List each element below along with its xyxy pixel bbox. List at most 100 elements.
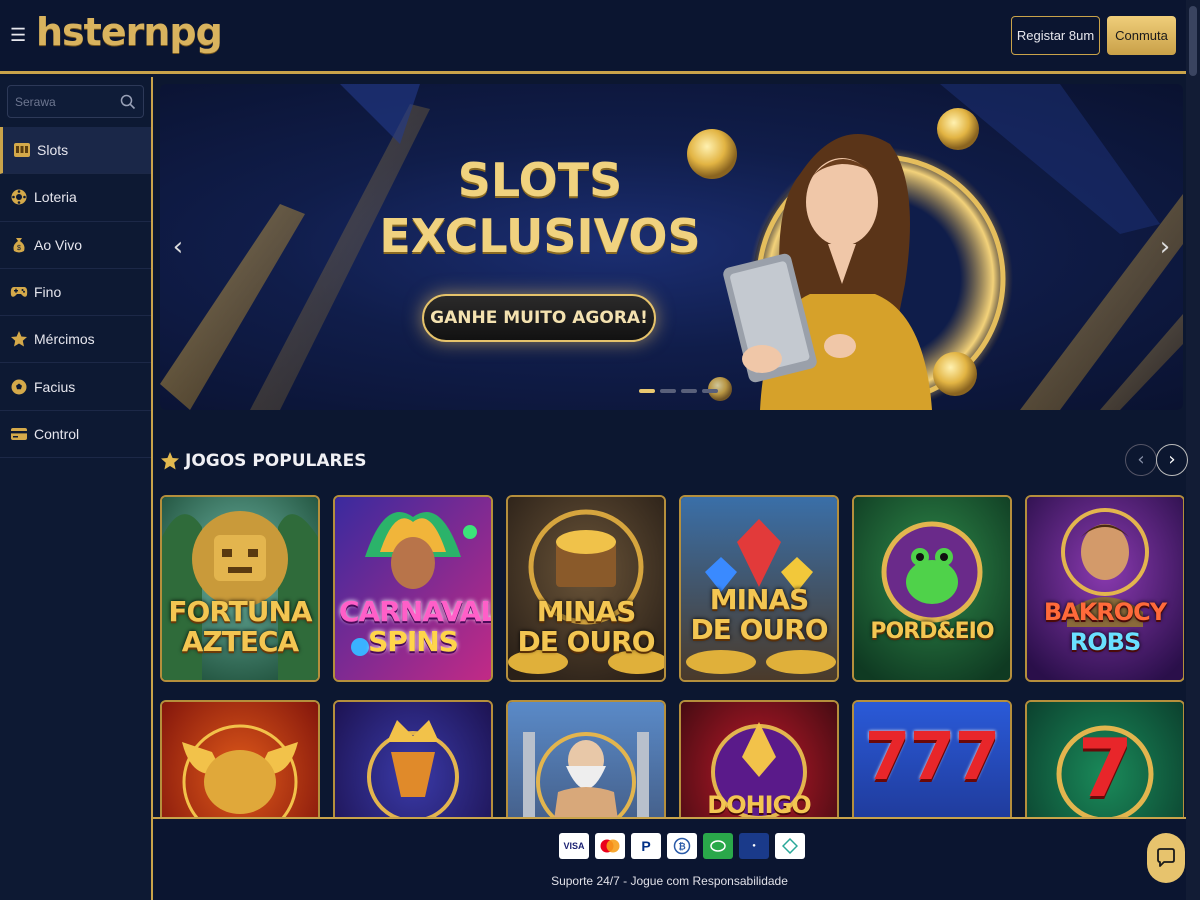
search-icon[interactable] [119, 93, 137, 111]
game-tile-minas-de-ouro[interactable]: MINAS DE OURO [506, 495, 666, 682]
banner-dot[interactable] [702, 389, 718, 393]
game-art [508, 702, 664, 817]
paysafe-icon: ● [739, 833, 769, 859]
game-tile-dohigo[interactable]: DOHIGO [679, 700, 839, 817]
pix-icon [775, 833, 805, 859]
banner-cta-button[interactable]: GANHE MUITO AGORA! [422, 294, 656, 342]
game-title-line: PORD&EIO [870, 619, 994, 644]
sidebar-item-fino[interactable]: Fino [0, 269, 151, 317]
hamburger-menu-icon[interactable]: ☰ [10, 24, 26, 46]
sidebar: Slots Loteria $ Ao Vivo Fino Mércimos Fa… [0, 77, 153, 900]
game-title: MINAS DE OURO [512, 597, 660, 657]
hero-banner[interactable]: SLOTS EXCLUSIVOS GANHE MUITO AGORA! ‹ › [160, 84, 1183, 410]
game-tile-pord-eio[interactable]: PORD&EIO [852, 495, 1012, 682]
live-chat-button[interactable] [1147, 833, 1185, 883]
sidebar-nav: Slots Loteria $ Ao Vivo Fino Mércimos Fa… [0, 127, 151, 459]
search-input[interactable] [8, 86, 116, 117]
banner-next-icon[interactable]: › [1155, 232, 1175, 262]
lottery-ball-icon [10, 188, 28, 206]
game-title-line: ROBS [1069, 628, 1141, 656]
star-icon [161, 452, 179, 470]
svg-text:$: $ [17, 245, 21, 252]
sidebar-item-label: Control [34, 425, 80, 442]
game-tile-crown[interactable] [333, 700, 493, 817]
game-title: 7 [1077, 722, 1134, 815]
banner-dot[interactable] [639, 389, 655, 393]
game-art [162, 702, 318, 817]
sidebar-item-label: Fino [34, 284, 62, 301]
game-title-line: FORTUNA [168, 595, 312, 628]
skrill-icon [703, 833, 733, 859]
sidebar-item-label: Ao Vivo [34, 236, 82, 253]
bitcoin-icon: ₿ [667, 833, 697, 859]
register-button[interactable]: Registar 8um [1011, 16, 1100, 55]
scrollbar-thumb[interactable] [1189, 6, 1197, 76]
mastercard-icon [595, 833, 625, 859]
banner-prev-icon[interactable]: ‹ [168, 232, 188, 262]
soccer-ball-icon [10, 378, 28, 396]
sidebar-item-label: Mércimos [34, 331, 95, 348]
paypal-icon: P [631, 833, 661, 859]
banner-title-line2: EXCLUSIVOS [379, 209, 701, 263]
game-title: 777 [864, 718, 1001, 795]
game-tile-zeus[interactable] [506, 700, 666, 817]
game-title: MINAS DE OURO [685, 585, 833, 645]
sidebar-item-ao-vivo[interactable]: $ Ao Vivo [0, 222, 151, 269]
money-bag-icon: $ [10, 236, 28, 254]
game-title-line: AZTECA [181, 625, 299, 658]
visa-icon: VISA [559, 833, 589, 859]
game-title-line: DE OURO [517, 625, 655, 658]
banner-pagination [639, 389, 718, 393]
sidebar-item-facius[interactable]: Facius [0, 363, 151, 411]
game-tile-carnaval-spins[interactable]: CARNAVAL SPINS [333, 495, 493, 682]
game-title-line: SPINS [368, 625, 459, 658]
game-tile-bull[interactable] [160, 700, 320, 817]
casino-app: ☰ hsternpg Registar 8um Conmuta Slots Lo… [0, 0, 1200, 900]
page-scrollbar[interactable] [1186, 0, 1200, 900]
game-title: CARNAVAL SPINS [339, 595, 493, 658]
banner-title-line1: SLOTS [457, 153, 623, 207]
game-title-line: CARNAVAL [339, 595, 493, 628]
sidebar-item-control[interactable]: Control [0, 411, 151, 459]
sidebar-item-mercimos[interactable]: Mércimos [0, 316, 151, 364]
game-tile-777[interactable]: 777 [852, 700, 1012, 817]
carousel-prev-icon[interactable]: ‹ [1125, 444, 1157, 476]
game-title-line: MINAS [536, 595, 637, 628]
site-logo[interactable]: hsternpg [36, 10, 223, 54]
support-text: Suporte 24/7 - Jogue com Responsabilidad… [551, 874, 788, 888]
games-grid: FORTUNA AZTECA CARNAVAL SPINS MINAS DE OURO… [160, 495, 1184, 817]
slot-machine-icon [13, 141, 31, 159]
game-tile-bakrocy-robs[interactable]: BAKROCY ROBS [1025, 495, 1184, 682]
game-title: FORTUNA AZTECA [166, 597, 314, 657]
sidebar-item-slots[interactable]: Slots [0, 127, 151, 175]
svg-text:₿: ₿ [678, 842, 685, 852]
login-button[interactable]: Conmuta [1107, 16, 1176, 55]
sidebar-item-label: Loteria [34, 189, 77, 206]
game-tile-fortuna-azteca[interactable]: FORTUNA AZTECA [160, 495, 320, 682]
sidebar-item-loteria[interactable]: Loteria [0, 174, 151, 222]
banner-dot[interactable] [681, 389, 697, 393]
gamepad-icon [10, 283, 28, 301]
top-header: ☰ hsternpg Registar 8um Conmuta [0, 0, 1200, 74]
card-icon [10, 425, 28, 443]
game-title-line: BAKROCY [1043, 598, 1167, 626]
section-title: JOGOS POPULARES [185, 451, 367, 471]
star-icon [10, 330, 28, 348]
game-art [854, 497, 1010, 680]
game-tile-minas-de-ouro-gems[interactable]: MINAS DE OURO [679, 495, 839, 682]
payment-methods: VISA P ₿ ● [559, 833, 805, 859]
game-tile-seven[interactable]: 7 [1025, 700, 1184, 817]
game-title: BAKROCY ROBS [1031, 597, 1179, 657]
popular-section-header: JOGOS POPULARES [160, 448, 366, 474]
footer: VISA P ₿ ● Suporte 24/7 - Jogue com Resp… [153, 817, 1186, 900]
game-title: PORD&EIO [858, 617, 1006, 647]
chat-icon [1157, 848, 1175, 867]
game-title-line: MINAS [709, 583, 810, 616]
sidebar-item-label: Slots [37, 142, 69, 159]
game-art [335, 702, 491, 817]
search-box [7, 85, 144, 118]
sidebar-item-label: Facius [34, 378, 76, 395]
carousel-next-icon[interactable]: › [1156, 444, 1188, 476]
game-title-line: DE OURO [690, 613, 828, 646]
banner-dot[interactable] [660, 389, 676, 393]
